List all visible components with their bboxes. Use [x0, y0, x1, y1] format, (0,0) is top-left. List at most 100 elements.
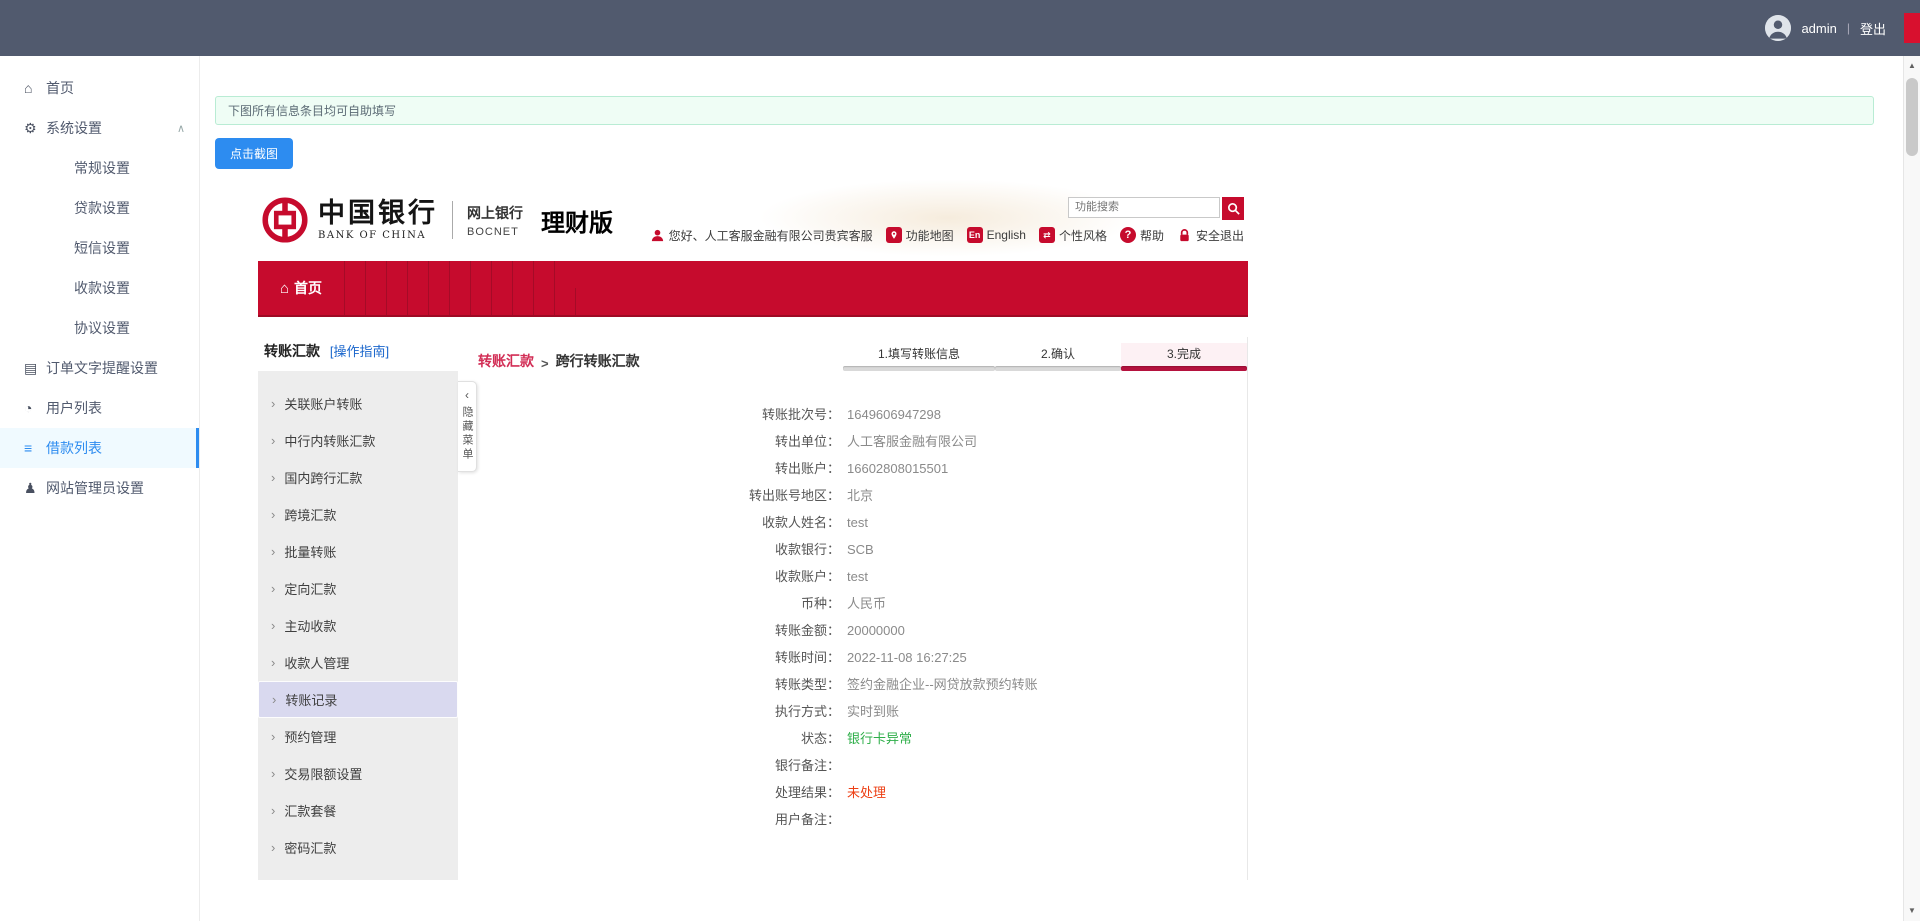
detail-row: 收款人姓名： test	[478, 509, 1247, 536]
bank-nav-item[interactable]	[365, 288, 386, 315]
sidebar-item-label: 订单文字提醒设置	[46, 360, 158, 376]
sidebar-item[interactable]: 收款设置	[0, 268, 199, 308]
detail-row: 转出账户： 16602808015501	[478, 455, 1247, 482]
sidebar-item[interactable]: ◔ 用户列表	[0, 388, 199, 428]
scrollbar-down-icon[interactable]: ▼	[1904, 903, 1920, 919]
sidebar-item[interactable]: 常规设置	[0, 148, 199, 188]
bank-nav-item[interactable]	[428, 261, 449, 288]
detail-value: test	[847, 515, 868, 530]
help-link[interactable]: ? 帮助	[1119, 227, 1164, 244]
function-map-link[interactable]: 功能地图	[885, 227, 954, 244]
step-bar	[843, 366, 995, 371]
side-menu-item[interactable]: › 关联账户转账	[258, 385, 458, 422]
bank-nav-item[interactable]	[449, 261, 470, 288]
side-menu-item-label: 汇款套餐	[284, 804, 337, 819]
detail-value: test	[847, 569, 868, 584]
detail-value: 银行卡异常	[847, 731, 913, 746]
sidebar-item[interactable]: 协议设置	[0, 308, 199, 348]
bank-nav-item[interactable]	[533, 261, 554, 288]
detail-value: SCB	[847, 542, 874, 557]
sidebar-item[interactable]: ≡ 借款列表	[0, 428, 199, 468]
progress-step: 1.填写转账信息	[843, 343, 995, 371]
side-menu-item[interactable]: › 主动收款	[258, 607, 458, 644]
header-divider	[452, 201, 453, 239]
edge-red-badge	[1904, 13, 1920, 43]
bank-nav-item[interactable]	[386, 261, 407, 288]
hide-menu-label: 隐藏菜单	[461, 406, 473, 462]
bank-nav-home[interactable]: ⌂ 首页	[258, 261, 344, 315]
bank-nav-item[interactable]	[491, 288, 512, 315]
side-menu-item[interactable]: › 收款人管理	[258, 644, 458, 681]
bank-nav-item[interactable]	[344, 261, 365, 288]
english-link[interactable]: En English	[966, 227, 1026, 243]
logout-link[interactable]: 登出	[1860, 19, 1886, 38]
bank-nav-item[interactable]	[575, 288, 596, 315]
arrow-right-icon: ›	[271, 729, 276, 744]
side-menu-item[interactable]: › 交易限额设置	[258, 755, 458, 792]
personal-style-link[interactable]: ⇄ 个性风格	[1038, 227, 1107, 244]
side-menu-item[interactable]: › 跨境汇款	[258, 496, 458, 533]
arrow-right-icon: ›	[271, 470, 276, 485]
detail-label: 转出账户：	[774, 461, 840, 476]
hide-menu-tab[interactable]: ‹ 隐藏菜单	[458, 381, 477, 472]
bank-nav-item[interactable]	[512, 261, 533, 288]
sidebar-item[interactable]: 贷款设置	[0, 188, 199, 228]
detail-row: 用户备注：	[478, 806, 1247, 833]
function-search-input[interactable]	[1068, 196, 1220, 218]
sidebar-item[interactable]: ▤ 订单文字提醒设置	[0, 348, 199, 388]
detail-label: 转出账号地区：	[748, 488, 840, 503]
detail-label: 用户备注：	[774, 812, 840, 827]
sidebar-item[interactable]: ⌂ 首页	[0, 68, 199, 108]
detail-value: 北京	[847, 488, 874, 503]
scrollbar-up-icon[interactable]: ▲	[1904, 58, 1920, 74]
side-menu-item[interactable]: › 国内跨行汇款	[258, 459, 458, 496]
avatar[interactable]	[1765, 15, 1792, 41]
progress-steps: 1.填写转账信息 2.确认 3.完成	[843, 343, 1247, 371]
side-menu-item[interactable]: › 汇款套餐	[258, 792, 458, 829]
bank-nav-item[interactable]	[407, 288, 428, 315]
sidebar-item[interactable]: ⚙ 系统设置 ∧	[0, 108, 199, 148]
edition-label: 理财版	[541, 209, 613, 237]
help-icon: ?	[1119, 227, 1136, 243]
sidebar-item[interactable]: 短信设置	[0, 228, 199, 268]
bank-nav-item[interactable]	[386, 288, 407, 315]
greeting-link[interactable]: 您好、人工客服金融有限公司贵宾客服	[650, 227, 873, 244]
bank-nav-item[interactable]	[554, 288, 575, 315]
operation-guide-link[interactable]: [操作指南]	[330, 344, 389, 359]
sidebar-item[interactable]: ♟ 网站管理员设置	[0, 468, 199, 508]
side-menu-item-label: 跨境汇款	[284, 508, 337, 523]
sidebar-item-label: 用户列表	[46, 400, 102, 416]
admin-topbar: admin | 登出	[0, 0, 1920, 56]
search-button[interactable]	[1222, 196, 1244, 220]
bank-nav-item[interactable]	[470, 261, 491, 288]
secure-logout-link[interactable]: 安全退出	[1177, 227, 1244, 244]
bank-nav-item[interactable]	[533, 288, 554, 315]
screenshot-button[interactable]: 点击截图	[215, 138, 294, 169]
side-menu-item[interactable]: › 转账记录	[258, 681, 458, 718]
side-menu-item-label: 收款人管理	[284, 656, 350, 671]
side-menu-item[interactable]: › 批量转账	[258, 533, 458, 570]
map-pin-icon	[885, 227, 902, 243]
detail-label: 转账时间：	[774, 650, 840, 665]
side-menu-item[interactable]: › 定向汇款	[258, 570, 458, 607]
scrollbar-thumb[interactable]	[1906, 78, 1918, 156]
breadcrumb-root[interactable]: 转账汇款	[478, 351, 534, 371]
bank-nav-row-2	[344, 288, 1248, 315]
bank-nav-item[interactable]	[407, 261, 428, 288]
arrow-right-icon: ›	[271, 507, 276, 522]
side-menu-item[interactable]: › 密码汇款	[258, 829, 458, 866]
detail-row: 状态： 银行卡异常	[478, 725, 1247, 752]
arrow-right-icon: ›	[271, 581, 276, 596]
page-scrollbar[interactable]: ▲ ▼	[1903, 56, 1920, 921]
bank-nav-item[interactable]	[491, 261, 512, 288]
bank-nav-item[interactable]	[428, 288, 449, 315]
bank-nav-item[interactable]	[554, 261, 575, 288]
bank-nav-item[interactable]	[449, 288, 470, 315]
bank-nav-item[interactable]	[470, 288, 491, 315]
side-menu-item[interactable]: › 预约管理	[258, 718, 458, 755]
bank-nav-item[interactable]	[344, 288, 365, 315]
side-menu-item[interactable]: › 中行内转账汇款	[258, 422, 458, 459]
bank-nav-item[interactable]	[512, 288, 533, 315]
sidebar-item-label: 收款设置	[74, 280, 130, 296]
bank-nav-item[interactable]	[365, 261, 386, 288]
